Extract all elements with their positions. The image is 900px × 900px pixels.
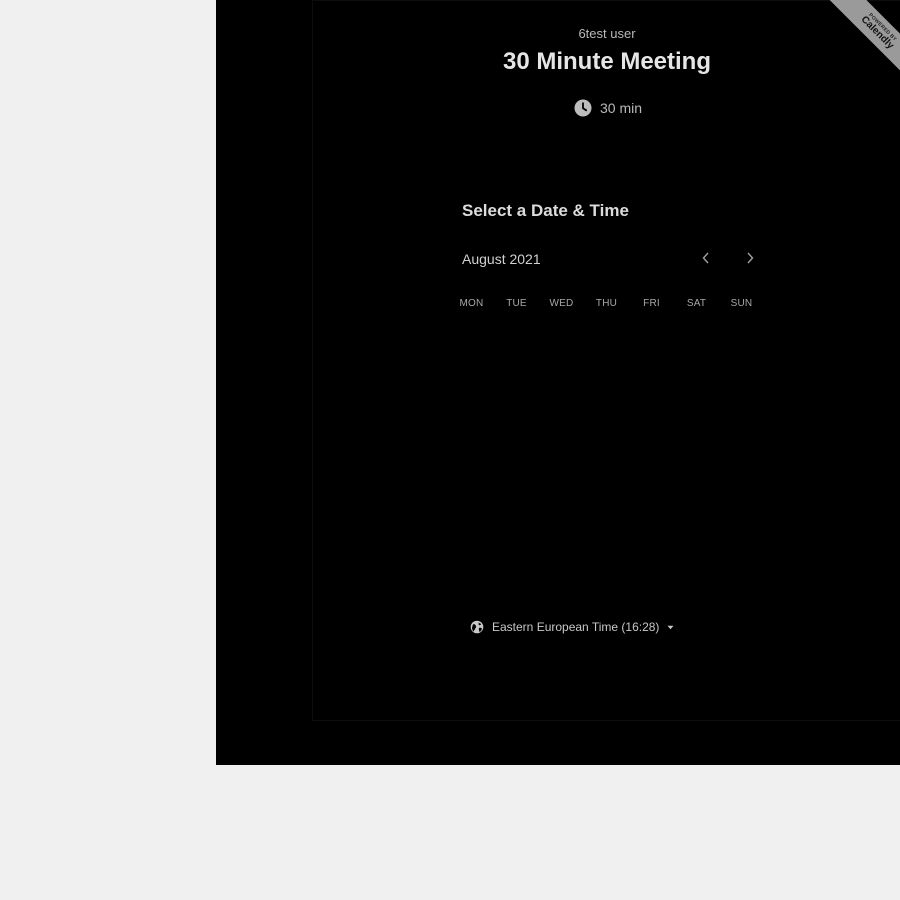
- caret-down-icon: [667, 625, 674, 630]
- weekday-mon: MON: [459, 298, 484, 309]
- weekday-tue: TUE: [506, 298, 527, 309]
- chevron-right-icon: [745, 251, 755, 269]
- globe-icon: [470, 620, 484, 634]
- weekday-fri: FRI: [643, 298, 660, 309]
- month-label: August 2021: [462, 251, 541, 267]
- next-month-button[interactable]: [740, 250, 760, 270]
- calendly-embed: 6test user 30 Minute Meeting 30 min Sele…: [216, 0, 900, 765]
- duration-label: 30 min: [600, 100, 643, 116]
- select-date-heading: Select a Date & Time: [462, 201, 629, 220]
- timezone-selector[interactable]: Eastern European Time (16:28): [470, 618, 674, 636]
- weekday-header: MON TUE WED THU FRI SAT SUN: [449, 298, 764, 309]
- event-duration: 30 min: [574, 98, 642, 118]
- timezone-label: Eastern European Time (16:28): [492, 620, 660, 634]
- weekday-thu: THU: [595, 298, 618, 309]
- clock-icon: [574, 99, 592, 117]
- previous-month-button[interactable]: [696, 250, 716, 270]
- chevron-left-icon: [701, 251, 711, 269]
- powered-by-calendly-badge[interactable]: POWERED BY Calendly: [810, 0, 900, 90]
- booking-card: 6test user 30 Minute Meeting 30 min Sele…: [312, 0, 900, 721]
- weekday-sun: SUN: [730, 298, 753, 309]
- weekday-sat: SAT: [686, 298, 707, 309]
- weekday-wed: WED: [549, 298, 574, 309]
